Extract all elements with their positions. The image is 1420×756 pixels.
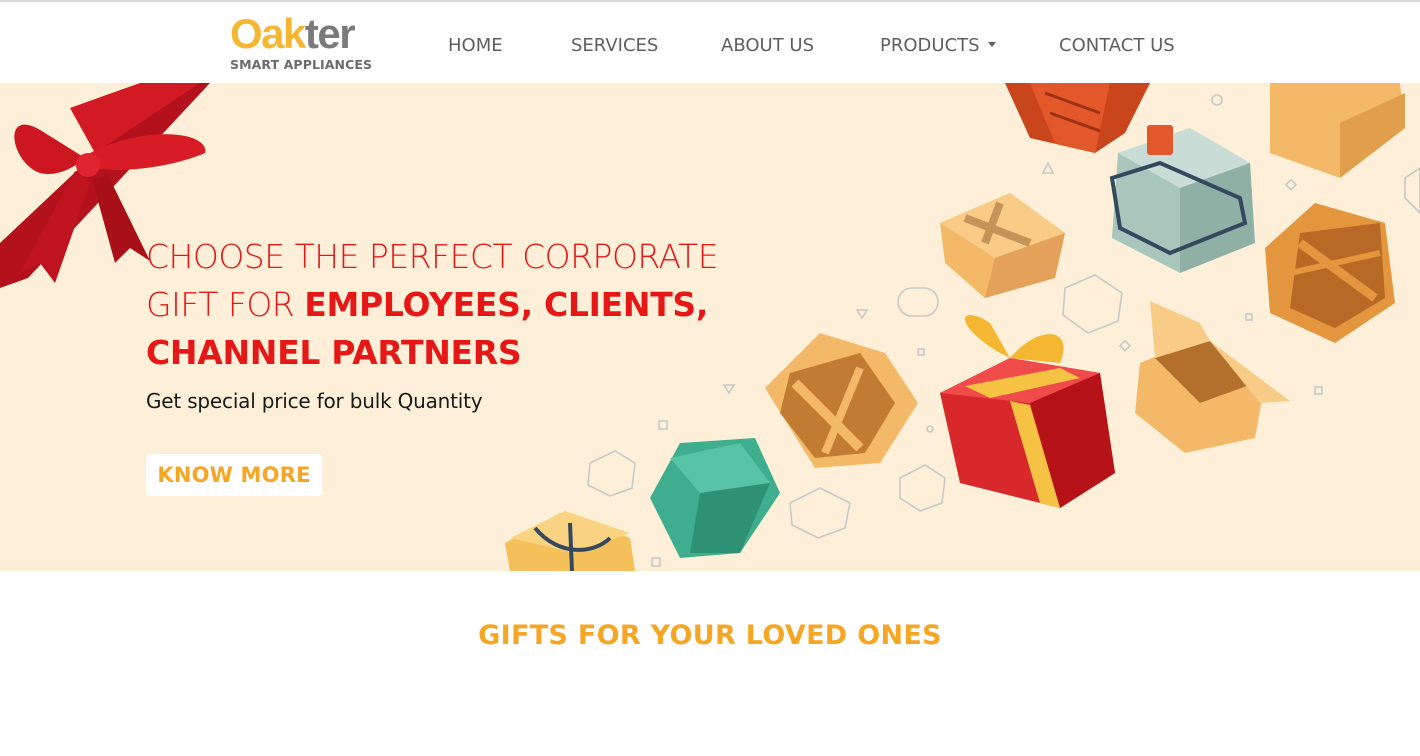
- headline-line-2-bold: EMPLOYEES, CLIENTS,: [304, 285, 709, 324]
- tan-box-icon: [1270, 83, 1405, 178]
- hero-banner: CHOOSE THE PERFECT CORPORATE GIFT FOR EM…: [0, 83, 1420, 571]
- taped-box-icon: [940, 193, 1065, 298]
- know-more-button[interactable]: KNOW MORE: [146, 454, 322, 496]
- open-box-icon: [1135, 301, 1290, 453]
- wooden-crate-right-icon: [1265, 203, 1395, 343]
- nav-about-us[interactable]: ABOUT US: [721, 35, 814, 56]
- orange-crate-icon: [1005, 83, 1150, 153]
- main-nav: HOME SERVICES ABOUT US PRODUCTS CONTACT …: [0, 2, 1420, 83]
- headline-line-2-light: GIFT FOR: [146, 285, 305, 324]
- hero-subtext: Get special price for bulk Quantity: [146, 389, 483, 413]
- section-title: GIFTS FOR YOUR LOVED ONES: [478, 620, 942, 651]
- hero-headline: CHOOSE THE PERFECT CORPORATE GIFT FOR EM…: [146, 233, 719, 413]
- headline-line-3: CHANNEL PARTNERS: [146, 329, 718, 377]
- headline-line-3-bold: CHANNEL PARTNERS: [146, 333, 522, 372]
- red-gift-box-icon: [940, 314, 1115, 508]
- nav-products-dropdown[interactable]: PRODUCTS: [880, 35, 996, 56]
- caret-down-icon: [987, 42, 996, 47]
- site-header: Oakter SMART APPLIANCES HOME SERVICES AB…: [0, 2, 1420, 83]
- wooden-crate-left-icon: [765, 333, 918, 468]
- headline-line-1: CHOOSE THE PERFECT CORPORATE: [146, 237, 719, 276]
- yellow-tied-box-icon: [505, 511, 635, 571]
- nav-services[interactable]: SERVICES: [571, 35, 658, 56]
- nav-home[interactable]: HOME: [448, 35, 503, 56]
- nav-products-label: PRODUCTS: [880, 35, 980, 56]
- headline-line-2: GIFT FOR EMPLOYEES, CLIENTS,: [146, 281, 718, 329]
- mint-parcel-icon: [1109, 125, 1255, 273]
- teal-box-icon: [650, 438, 780, 558]
- nav-contact-us[interactable]: CONTACT US: [1059, 35, 1175, 56]
